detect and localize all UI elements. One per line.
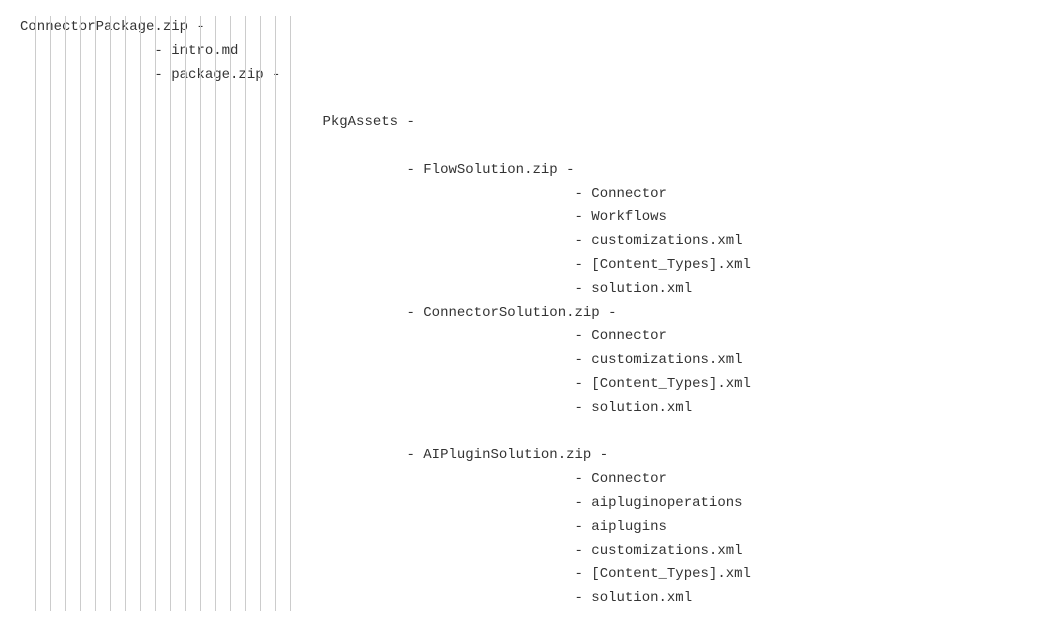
tree-line: - [Content_Types].xml <box>20 373 1037 397</box>
tree-line: PkgAssets - <box>20 111 1037 135</box>
tree-line: - customizations.xml <box>20 230 1037 254</box>
tree-line: - Connector <box>20 183 1037 207</box>
tree-line: - Connector <box>20 468 1037 492</box>
tree-line: - solution.xml <box>20 587 1037 611</box>
tree-line: - [Content_Types].xml <box>20 254 1037 278</box>
tree-line: - FlowSolution.zip - <box>20 159 1037 183</box>
tree-line: - customizations.xml <box>20 540 1037 564</box>
tree-line: - solution.xml <box>20 397 1037 421</box>
tree-line: - Connector <box>20 325 1037 349</box>
tree-line: - customizations.xml <box>20 349 1037 373</box>
tree-line <box>20 135 1037 159</box>
tree-line <box>20 421 1037 445</box>
file-tree: ConnectorPackage.zip - - intro.md - pack… <box>20 16 1037 611</box>
tree-line <box>20 87 1037 111</box>
tree-line: - aiplugins <box>20 516 1037 540</box>
tree-line: - Workflows <box>20 206 1037 230</box>
tree-line: - aipluginoperations <box>20 492 1037 516</box>
tree-line: ConnectorPackage.zip - <box>20 16 1037 40</box>
tree-line: - ConnectorSolution.zip - <box>20 302 1037 326</box>
tree-line: - package.zip - <box>20 64 1037 88</box>
tree-line: - AIPluginSolution.zip - <box>20 444 1037 468</box>
tree-line: - solution.xml <box>20 278 1037 302</box>
tree-line: - intro.md <box>20 40 1037 64</box>
